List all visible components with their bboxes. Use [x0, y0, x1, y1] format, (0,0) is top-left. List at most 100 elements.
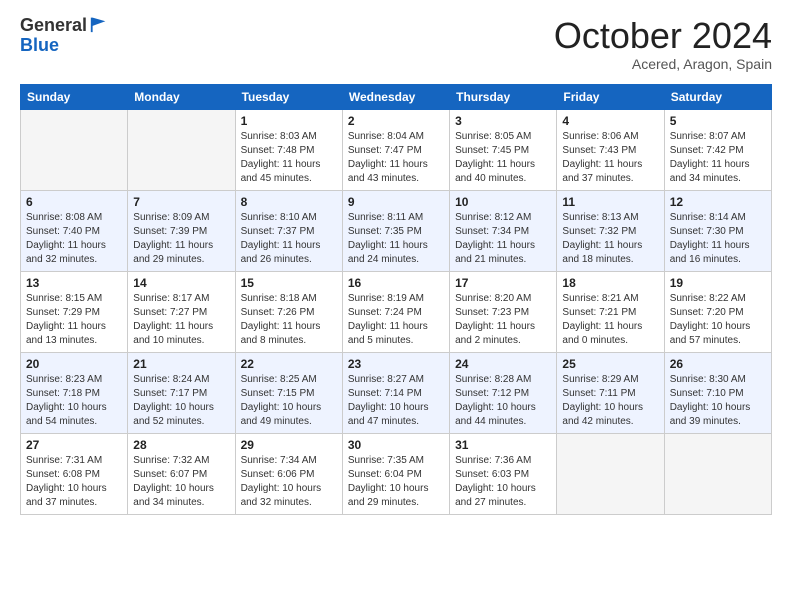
location: Acered, Aragon, Spain [554, 56, 772, 72]
day-number: 19 [670, 276, 766, 290]
table-row: 28Sunrise: 7:32 AMSunset: 6:07 PMDayligh… [128, 433, 235, 514]
day-info: Sunrise: 8:07 AMSunset: 7:42 PMDaylight:… [670, 130, 766, 186]
day-number: 14 [133, 276, 229, 290]
day-info: Sunrise: 8:20 AMSunset: 7:23 PMDaylight:… [455, 292, 551, 348]
table-row: 29 Sunrise: 7:34 AMSunset: 6:06 PMDayligh… [235, 433, 342, 514]
table-row: 14 Sunrise: 8:17 AMSunset: 7:27 PMDayligh… [128, 271, 235, 352]
day-info: Sunrise: 7:35 AMSunset: 6:04 PMDaylight:… [348, 454, 444, 510]
day-number: 3 [455, 114, 551, 128]
header-friday: Friday [557, 84, 664, 109]
table-row: 15Sunrise: 8:18 AMSunset: 7:26 PMDayligh… [235, 271, 342, 352]
day-info: Sunrise: 8:03 AMSunset: 7:48 PMDaylight:… [241, 130, 337, 186]
day-info: Sunrise: 8:21 AMSunset: 7:21 PMDaylight:… [562, 292, 658, 348]
day-info: Sunrise: 8:29 AMSunset: 7:11 PMDaylight:… [562, 373, 658, 429]
day-info: Sunrise: 7:32 AMSunset: 6:07 PMDaylight:… [133, 454, 229, 510]
table-row: 1 Sunrise: 8:03 AMSunset: 7:48 PMDaylight… [235, 109, 342, 190]
header-sunday: Sunday [21, 84, 128, 109]
header-saturday: Saturday [664, 84, 771, 109]
day-number: 15 [241, 276, 337, 290]
header-tuesday: Tuesday [235, 84, 342, 109]
table-row: 5 Sunrise: 8:07 AMSunset: 7:42 PMDaylight… [664, 109, 771, 190]
logo: General Blue [20, 16, 109, 56]
weekday-header-row: Sunday Monday Tuesday Wednesday Thursday… [21, 84, 772, 109]
header-wednesday: Wednesday [342, 84, 449, 109]
header-thursday: Thursday [450, 84, 557, 109]
day-number: 20 [26, 357, 122, 371]
day-number: 8 [241, 195, 337, 209]
calendar-row: 27 Sunrise: 7:31 AMSunset: 6:08 PMDayligh… [21, 433, 772, 514]
table-row: 2 Sunrise: 8:04 AMSunset: 7:47 PMDaylight… [342, 109, 449, 190]
logo-blue-text: Blue [20, 35, 59, 55]
day-info: Sunrise: 8:04 AMSunset: 7:47 PMDaylight:… [348, 130, 444, 186]
table-row: 18 Sunrise: 8:21 AMSunset: 7:21 PMDayligh… [557, 271, 664, 352]
header-monday: Monday [128, 84, 235, 109]
day-number: 5 [670, 114, 766, 128]
day-info: Sunrise: 8:30 AMSunset: 7:10 PMDaylight:… [670, 373, 766, 429]
day-info: Sunrise: 8:22 AMSunset: 7:20 PMDaylight:… [670, 292, 766, 348]
day-number: 26 [670, 357, 766, 371]
day-number: 2 [348, 114, 444, 128]
table-row: 30 Sunrise: 7:35 AMSunset: 6:04 PMDayligh… [342, 433, 449, 514]
calendar-table: Sunday Monday Tuesday Wednesday Thursday… [20, 84, 772, 515]
table-row: 19 Sunrise: 8:22 AMSunset: 7:20 PMDayligh… [664, 271, 771, 352]
day-info: Sunrise: 8:17 AMSunset: 7:27 PMDaylight:… [133, 292, 229, 348]
day-number: 7 [133, 195, 229, 209]
day-number: 27 [26, 438, 122, 452]
table-row: 16Sunrise: 8:19 AMSunset: 7:24 PMDayligh… [342, 271, 449, 352]
day-info: Sunrise: 8:28 AMSunset: 7:12 PMDaylight:… [455, 373, 551, 429]
day-info: Sunrise: 8:15 AMSunset: 7:29 PMDaylight:… [26, 292, 122, 348]
table-row: 7 Sunrise: 8:09 AMSunset: 7:39 PMDaylight… [128, 190, 235, 271]
table-row [128, 109, 235, 190]
table-row: 25 Sunrise: 8:29 AMSunset: 7:11 PMDayligh… [557, 352, 664, 433]
table-row: 24 Sunrise: 8:28 AMSunset: 7:12 PMDayligh… [450, 352, 557, 433]
day-number: 12 [670, 195, 766, 209]
day-number: 18 [562, 276, 658, 290]
table-row: 4 Sunrise: 8:06 AMSunset: 7:43 PMDaylight… [557, 109, 664, 190]
day-info: Sunrise: 7:34 AMSunset: 6:06 PMDaylight:… [241, 454, 337, 510]
day-info: Sunrise: 8:24 AMSunset: 7:17 PMDaylight:… [133, 373, 229, 429]
table-row: 31Sunrise: 7:36 AMSunset: 6:03 PMDayligh… [450, 433, 557, 514]
day-info: Sunrise: 8:08 AMSunset: 7:40 PMDaylight:… [26, 211, 122, 267]
day-number: 4 [562, 114, 658, 128]
title-block: October 2024 Acered, Aragon, Spain [554, 16, 772, 72]
day-number: 9 [348, 195, 444, 209]
table-row: 27 Sunrise: 7:31 AMSunset: 6:08 PMDayligh… [21, 433, 128, 514]
month-title: October 2024 [554, 16, 772, 56]
day-info: Sunrise: 8:09 AMSunset: 7:39 PMDaylight:… [133, 211, 229, 267]
header: General Blue October 2024 Acered, Aragon… [20, 16, 772, 72]
table-row: 10Sunrise: 8:12 AMSunset: 7:34 PMDayligh… [450, 190, 557, 271]
day-info: Sunrise: 8:12 AMSunset: 7:34 PMDaylight:… [455, 211, 551, 267]
table-row: 21Sunrise: 8:24 AMSunset: 7:17 PMDayligh… [128, 352, 235, 433]
table-row: 12 Sunrise: 8:14 AMSunset: 7:30 PMDayligh… [664, 190, 771, 271]
calendar-row: 6Sunrise: 8:08 AMSunset: 7:40 PMDaylight… [21, 190, 772, 271]
day-number: 24 [455, 357, 551, 371]
day-info: Sunrise: 8:06 AMSunset: 7:43 PMDaylight:… [562, 130, 658, 186]
day-info: Sunrise: 8:14 AMSunset: 7:30 PMDaylight:… [670, 211, 766, 267]
day-number: 1 [241, 114, 337, 128]
calendar-row: 20Sunrise: 8:23 AMSunset: 7:18 PMDayligh… [21, 352, 772, 433]
logo-general-text: General [20, 16, 87, 36]
table-row [21, 109, 128, 190]
day-number: 17 [455, 276, 551, 290]
logo-flag-icon [89, 14, 109, 34]
table-row: 6Sunrise: 8:08 AMSunset: 7:40 PMDaylight… [21, 190, 128, 271]
calendar-row: 13 Sunrise: 8:15 AMSunset: 7:29 PMDayligh… [21, 271, 772, 352]
day-number: 13 [26, 276, 122, 290]
table-row: 22Sunrise: 8:25 AMSunset: 7:15 PMDayligh… [235, 352, 342, 433]
day-info: Sunrise: 8:25 AMSunset: 7:15 PMDaylight:… [241, 373, 337, 429]
table-row [664, 433, 771, 514]
table-row: 8Sunrise: 8:10 AMSunset: 7:37 PMDaylight… [235, 190, 342, 271]
table-row: 20Sunrise: 8:23 AMSunset: 7:18 PMDayligh… [21, 352, 128, 433]
table-row: 23Sunrise: 8:27 AMSunset: 7:14 PMDayligh… [342, 352, 449, 433]
calendar-row: 1 Sunrise: 8:03 AMSunset: 7:48 PMDaylight… [21, 109, 772, 190]
table-row: 17 Sunrise: 8:20 AMSunset: 7:23 PMDayligh… [450, 271, 557, 352]
day-info: Sunrise: 7:31 AMSunset: 6:08 PMDaylight:… [26, 454, 122, 510]
day-number: 29 [241, 438, 337, 452]
day-info: Sunrise: 8:19 AMSunset: 7:24 PMDaylight:… [348, 292, 444, 348]
day-number: 11 [562, 195, 658, 209]
day-info: Sunrise: 8:27 AMSunset: 7:14 PMDaylight:… [348, 373, 444, 429]
day-number: 25 [562, 357, 658, 371]
day-info: Sunrise: 8:05 AMSunset: 7:45 PMDaylight:… [455, 130, 551, 186]
day-number: 30 [348, 438, 444, 452]
table-row [557, 433, 664, 514]
